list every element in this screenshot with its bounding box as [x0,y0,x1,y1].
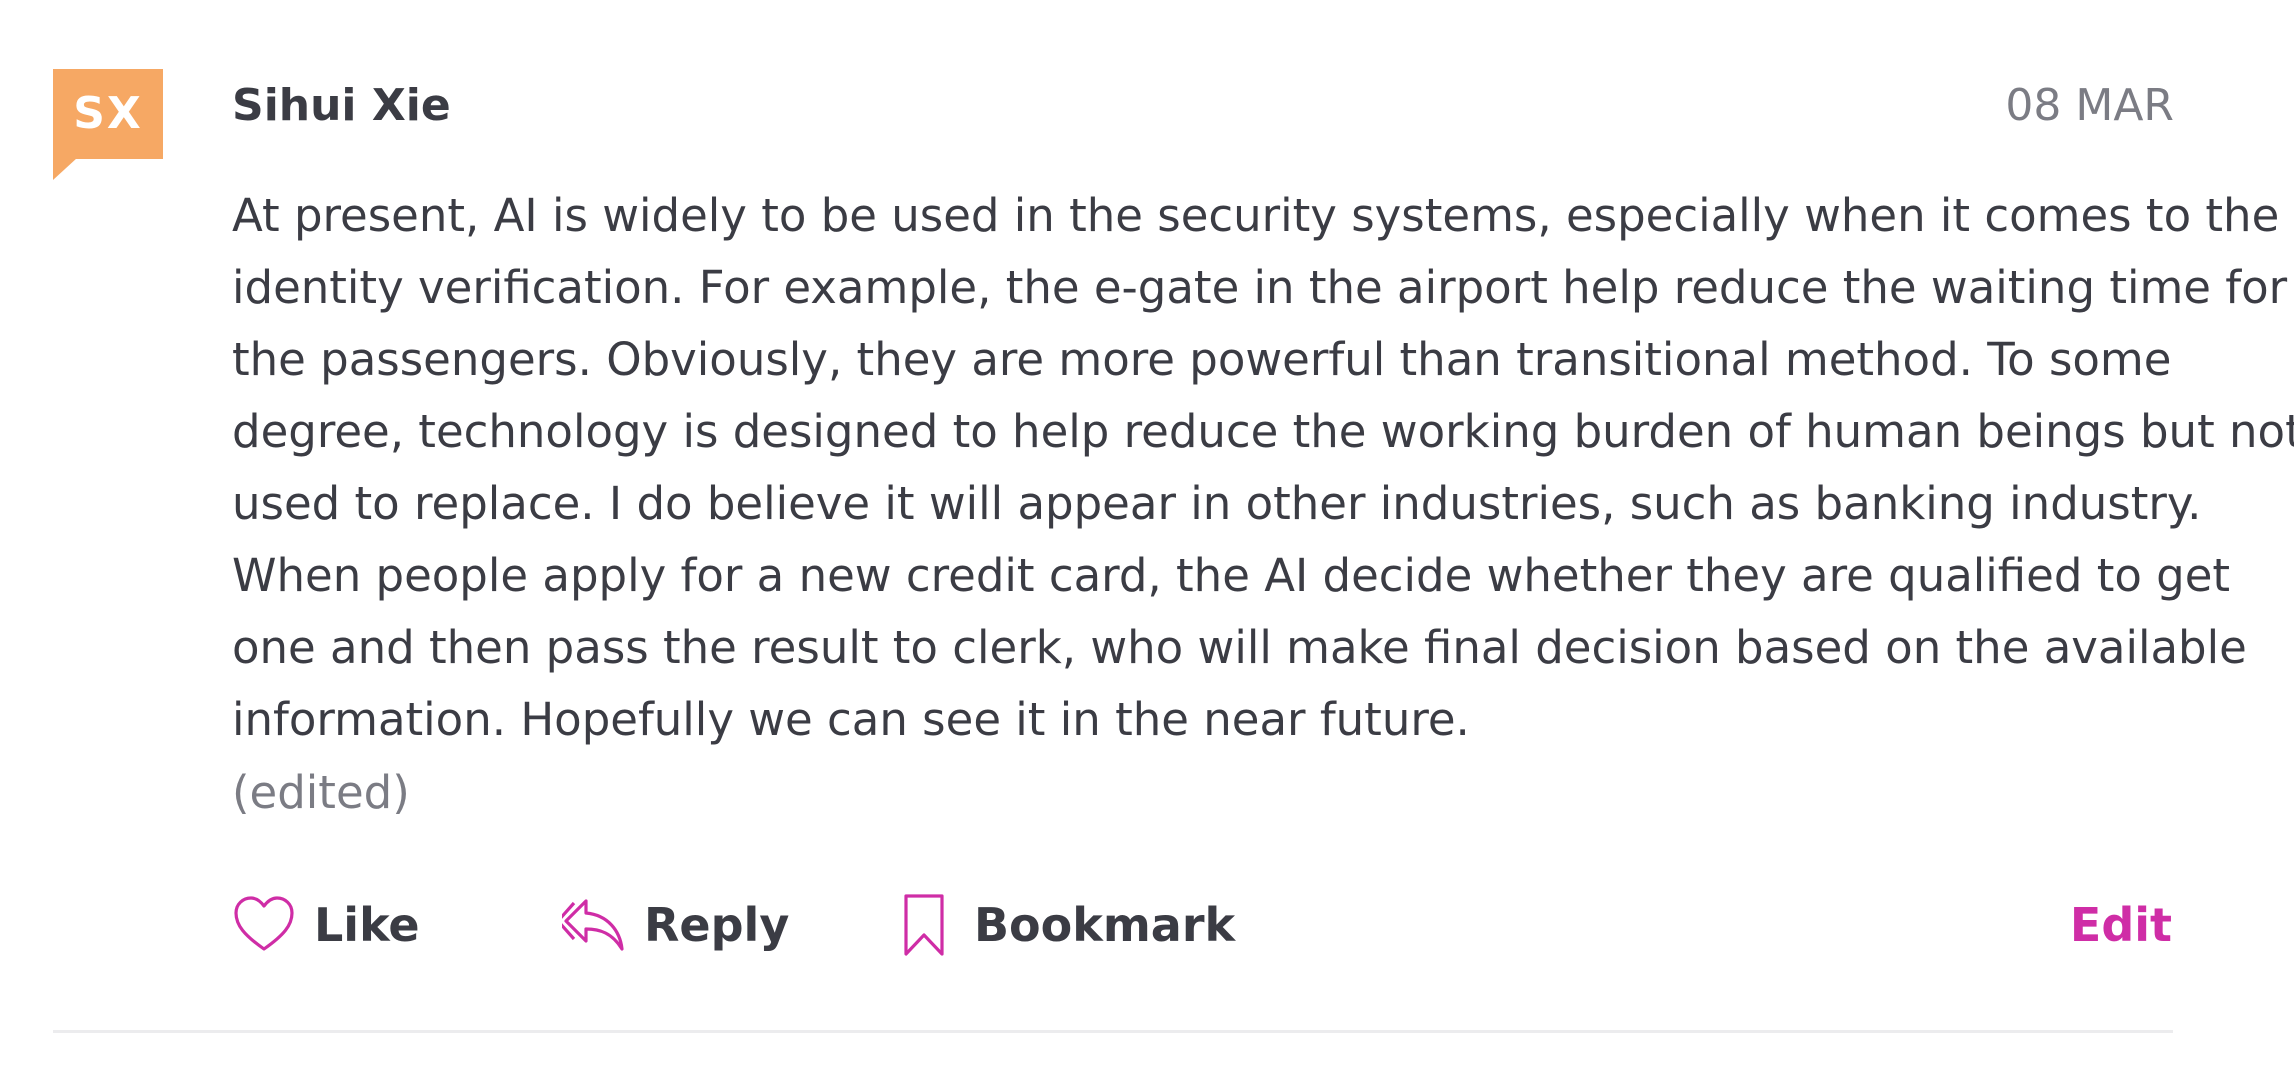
comment-body-line: degree, technology is designed to help r… [232,405,2294,458]
comment-body: At present, AI is widely to be used in t… [232,180,2294,756]
reply-button[interactable]: Reply [556,890,790,960]
comment-body-line: identity verification. For example, the … [232,261,2288,314]
bookmark-icon [892,893,956,957]
like-button[interactable]: Like [232,890,420,960]
author-name: Sihui Xie [232,80,451,131]
comment-card: SX Sihui Xie 08 MAR At present, AI is wi… [0,0,2294,1074]
comment-actions: Like Reply Bookmark Edit [232,890,2172,960]
comment-body-line: information. Hopefully we can see it in … [232,693,1470,746]
reply-label: Reply [644,898,790,952]
edit-link[interactable]: Edit [2070,890,2172,960]
comment-body-line: one and then pass the result to clerk, w… [232,621,2247,674]
avatar-speech-tail [53,158,77,180]
avatar: SX [53,69,163,180]
avatar-initials: SX [53,69,163,159]
bookmark-label: Bookmark [974,898,1236,952]
comment-body-line: the passengers. Obviously, they are more… [232,333,2172,386]
edited-indicator: (edited) [232,766,410,819]
comment-body-line: At present, AI is widely to be used in t… [232,189,2280,242]
like-label: Like [314,898,420,952]
heart-icon [232,893,296,957]
divider [53,1030,2173,1033]
bookmark-button[interactable]: Bookmark [892,890,1235,960]
comment-body-line: When people apply for a new credit card,… [232,549,2231,602]
comment-body-line: used to replace. I do believe it will ap… [232,477,2202,530]
reply-arrow-icon [556,893,626,957]
comment-date: 08 MAR [2005,80,2174,131]
